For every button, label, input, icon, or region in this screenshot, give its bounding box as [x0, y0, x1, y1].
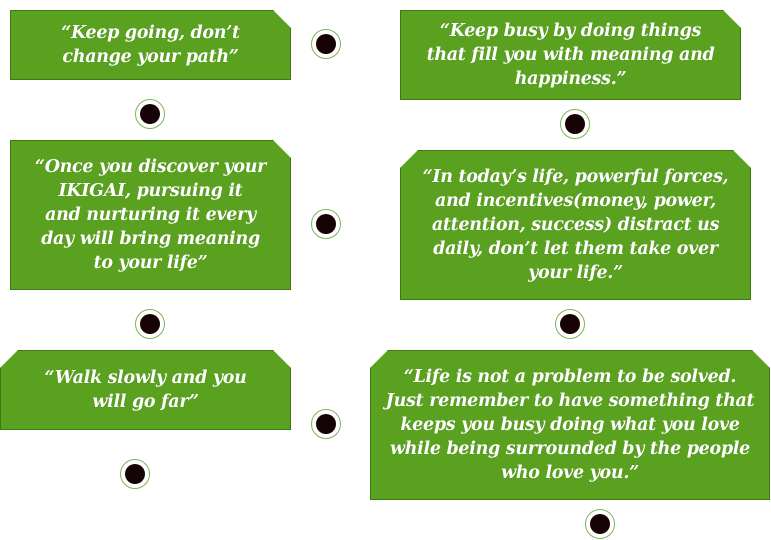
quote-card-ikigai: “Once you discover your IKIGAI, pursuing… [10, 140, 291, 290]
bullet-dot [311, 209, 341, 239]
quote-text: “Once you discover your IKIGAI, pursuing… [34, 157, 267, 273]
bullet-dot [120, 459, 150, 489]
quote-text: “In today’s life, powerful forces, and i… [422, 167, 729, 283]
bullet-dot [560, 109, 590, 139]
quote-text: “Life is not a problem to be solved. Jus… [385, 367, 755, 483]
quote-card-keep-going: “Keep going, don’t change your path” [10, 10, 291, 80]
quote-card-life-problem: “Life is not a problem to be solved. Jus… [370, 350, 770, 500]
quote-text: “Keep busy by doing things that fill you… [426, 21, 715, 89]
quote-card-powerful-forces: “In today’s life, powerful forces, and i… [400, 150, 751, 300]
quote-card-walk-slowly: “Walk slowly and you will go far” [0, 350, 291, 430]
bullet-dot [135, 309, 165, 339]
bullet-dot [311, 29, 341, 59]
bullet-dot [135, 99, 165, 129]
bullet-dot [311, 409, 341, 439]
quote-card-keep-busy: “Keep busy by doing things that fill you… [400, 10, 741, 100]
quote-text: “Keep going, don’t change your path” [61, 23, 240, 67]
quote-text: “Walk slowly and you will go far” [44, 368, 247, 412]
bullet-dot [585, 509, 615, 539]
bullet-dot [555, 309, 585, 339]
